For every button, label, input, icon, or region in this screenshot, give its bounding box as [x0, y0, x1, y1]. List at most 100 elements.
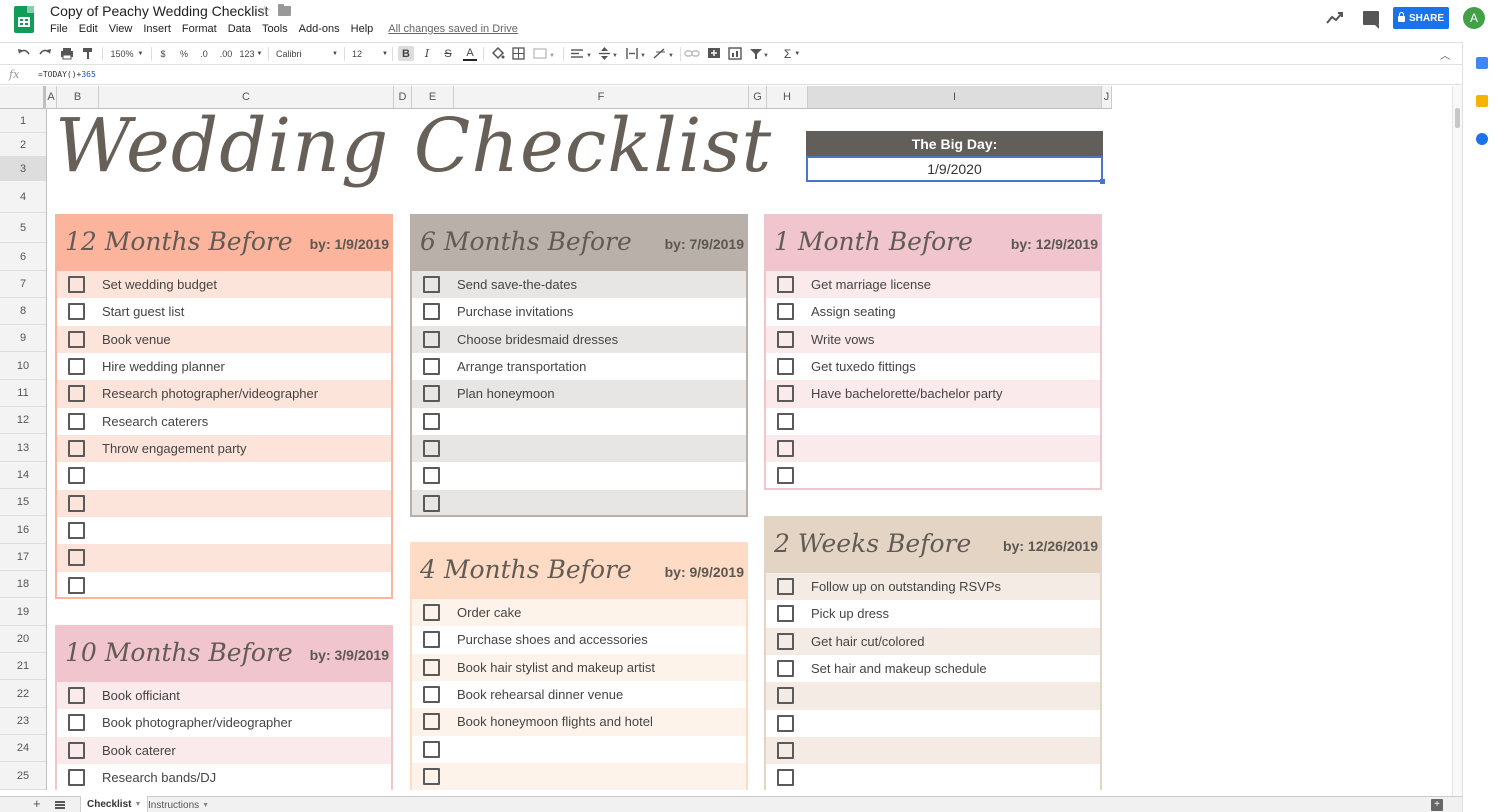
row-24[interactable]: 24 [0, 735, 46, 762]
row-13[interactable]: 13 [0, 434, 46, 462]
insert-comment-icon[interactable] [706, 46, 722, 61]
row-20[interactable]: 20 [0, 626, 46, 653]
checkbox[interactable] [423, 357, 440, 375]
row-18[interactable]: 18 [0, 571, 46, 598]
fill-color-icon[interactable] [490, 46, 506, 61]
sheet-grid[interactable]: Wedding Checklist The Big Day: 1/9/2020 … [47, 109, 1112, 790]
checkbox[interactable] [68, 467, 85, 485]
checkbox[interactable] [423, 494, 440, 512]
row-1[interactable]: 1 [0, 109, 46, 133]
zoom-select[interactable]: 150% ▼ [108, 46, 146, 61]
row-10[interactable]: 10 [0, 352, 46, 380]
checkbox[interactable] [423, 439, 440, 457]
row-25[interactable]: 25 [0, 762, 46, 790]
italic-button[interactable]: I [420, 46, 434, 61]
checkbox[interactable] [423, 631, 440, 649]
menu-insert[interactable]: Insert [143, 23, 171, 35]
checkbox[interactable] [68, 576, 85, 594]
menu-help[interactable]: Help [351, 23, 374, 35]
row-17[interactable]: 17 [0, 544, 46, 571]
vertical-scrollbar[interactable] [1452, 86, 1462, 796]
checkbox[interactable] [423, 276, 440, 293]
checkbox[interactable] [68, 687, 85, 704]
comments-icon[interactable] [1363, 11, 1379, 29]
paint-format-icon[interactable] [80, 46, 96, 61]
checkbox[interactable] [423, 303, 440, 321]
folder-icon[interactable] [278, 4, 291, 16]
row-11[interactable]: 11 [0, 380, 46, 407]
checkbox[interactable] [777, 439, 794, 457]
big-day-date-cell[interactable]: 1/9/2020 [806, 156, 1105, 184]
row-22[interactable]: 22 [0, 680, 46, 708]
sheets-logo-icon[interactable] [14, 6, 34, 33]
checkbox[interactable] [777, 385, 794, 403]
bold-button[interactable]: B [398, 46, 414, 61]
column-i[interactable]: I [808, 86, 1102, 108]
column-b[interactable]: B [57, 86, 99, 108]
all-sheets-menu-icon[interactable] [55, 801, 65, 809]
text-wrapping-icon[interactable]: ▼ [624, 46, 648, 61]
column-g[interactable]: G [749, 86, 767, 108]
row-15[interactable]: 15 [0, 489, 46, 516]
tab-caret-icon[interactable]: ▼ [202, 802, 209, 809]
borders-icon[interactable] [511, 46, 527, 61]
checkbox[interactable] [68, 714, 85, 732]
checkbox[interactable] [777, 330, 794, 348]
checkbox[interactable] [423, 604, 440, 621]
font-size-select[interactable]: 12 ▼ [352, 46, 388, 61]
checkbox[interactable] [777, 357, 794, 375]
checkbox[interactable] [68, 276, 85, 293]
checkbox[interactable] [423, 658, 440, 676]
increase-decimal-button[interactable]: .00 [217, 46, 235, 61]
checkbox[interactable] [423, 330, 440, 348]
column-f[interactable]: F [454, 86, 749, 108]
checkbox[interactable] [68, 768, 85, 786]
percent-format-button[interactable]: % [177, 46, 191, 61]
checkbox[interactable] [777, 467, 794, 485]
column-d[interactable]: D [394, 86, 412, 108]
menu-addons[interactable]: Add-ons [299, 23, 340, 35]
menu-file[interactable]: File [50, 23, 68, 35]
row-12[interactable]: 12 [0, 407, 46, 434]
row-7[interactable]: 7 [0, 271, 46, 298]
checkbox[interactable] [777, 714, 794, 732]
decrease-decimal-button[interactable]: .0 [196, 46, 212, 61]
column-h[interactable]: H [767, 86, 808, 108]
row-23[interactable]: 23 [0, 708, 46, 735]
collapse-toolbar-icon[interactable]: ︿ [1440, 47, 1450, 62]
star-icon[interactable]: ☆ [258, 2, 271, 20]
horizontal-align-icon[interactable]: ▼ [569, 46, 593, 61]
checkbox[interactable] [423, 467, 440, 485]
filter-icon[interactable]: ▼ [748, 46, 770, 61]
checkbox[interactable] [68, 412, 85, 430]
column-j[interactable]: J [1102, 86, 1112, 108]
merge-cells-icon[interactable]: ▼ [532, 46, 556, 61]
tab-caret-icon[interactable]: ▼ [134, 801, 141, 808]
scrollbar-thumb[interactable] [1455, 108, 1460, 128]
row-5[interactable]: 5 [0, 213, 46, 243]
strikethrough-button[interactable]: S [441, 46, 455, 61]
checkbox[interactable] [777, 412, 794, 430]
font-family-select[interactable]: Calibri ▼ [276, 46, 338, 61]
checkbox[interactable] [68, 521, 85, 539]
explore-button[interactable]: + [1431, 799, 1443, 811]
checkbox[interactable] [68, 741, 85, 759]
formula-input[interactable]: =TODAY()+365 [38, 70, 96, 79]
row-19[interactable]: 19 [0, 598, 46, 626]
checkbox[interactable] [423, 685, 440, 703]
checkbox[interactable] [777, 303, 794, 321]
row-3[interactable]: 3 [0, 157, 46, 181]
add-sheet-button[interactable]: + [33, 797, 41, 811]
checkbox[interactable] [423, 767, 440, 785]
tasks-icon[interactable] [1476, 133, 1488, 145]
account-avatar[interactable]: A [1463, 7, 1485, 29]
menu-format[interactable]: Format [182, 23, 217, 35]
column-a[interactable]: A [46, 86, 57, 108]
row-16[interactable]: 16 [0, 516, 46, 544]
checkbox[interactable] [777, 659, 794, 677]
share-button[interactable]: SHARE [1393, 7, 1449, 29]
checkbox[interactable] [777, 276, 794, 293]
checkbox[interactable] [68, 439, 85, 457]
save-status-link[interactable]: All changes saved in Drive [388, 23, 518, 35]
print-icon[interactable] [59, 46, 75, 61]
